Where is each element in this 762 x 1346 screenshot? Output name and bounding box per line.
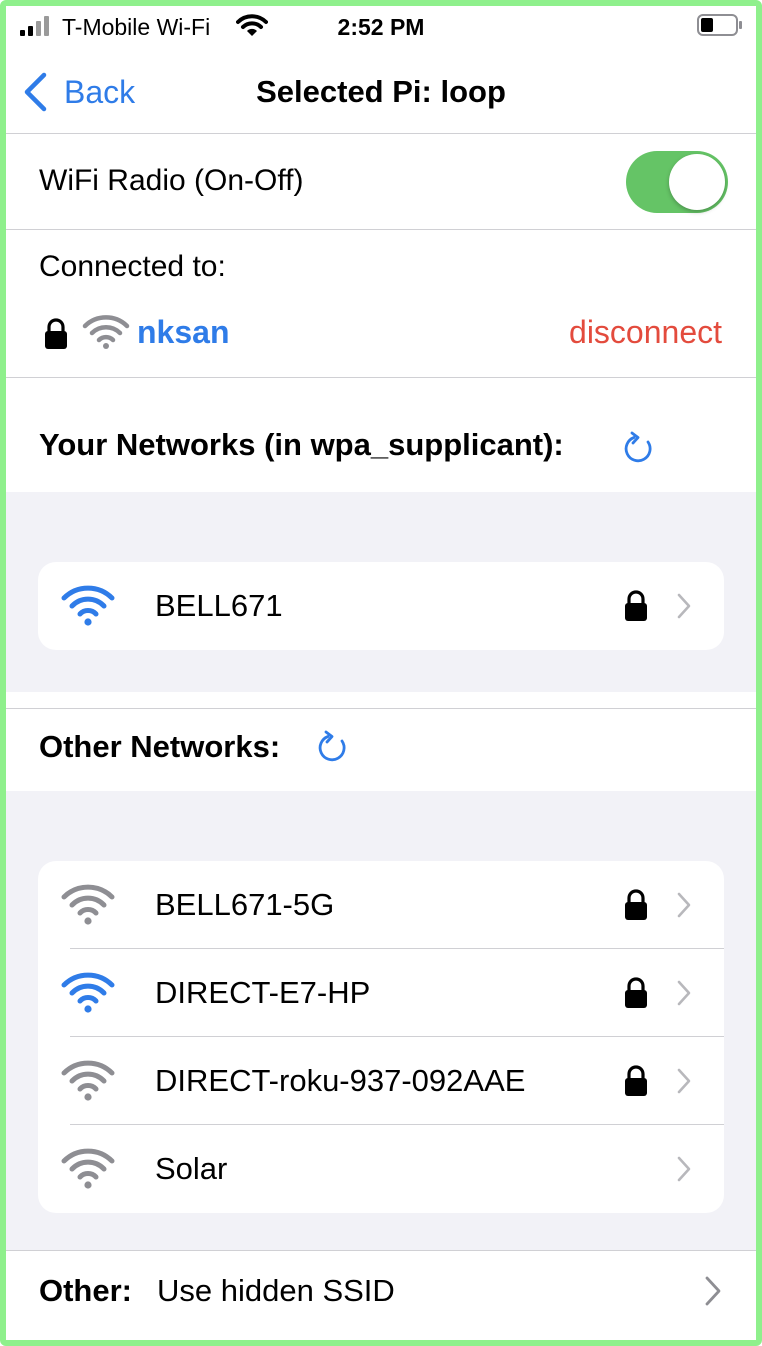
status-bar: T-Mobile Wi-Fi 2:52 PM xyxy=(0,0,762,54)
chevron-right-icon xyxy=(705,1276,721,1306)
wifi-signal-icon xyxy=(82,315,130,349)
other-networks-group: BELL671-5G DIRECT-E7-HP DIRECT-roku-937-09… xyxy=(0,791,762,1250)
chevron-right-icon xyxy=(677,1068,691,1094)
network-name: BELL671 xyxy=(155,588,283,623)
lock-icon xyxy=(45,318,67,349)
wifi-radio-label: WiFi Radio (On-Off) xyxy=(39,164,304,197)
network-name: DIRECT-roku-937-092AAE xyxy=(155,1063,526,1098)
network-name: DIRECT-E7-HP xyxy=(155,975,371,1010)
connected-ssid[interactable]: nksan xyxy=(137,314,229,351)
lock-icon xyxy=(625,977,647,1008)
chevron-right-icon xyxy=(677,980,691,1006)
your-networks-header: Your Networks (in wpa_supplicant): xyxy=(0,379,762,492)
navigation-bar: Back Selected Pi: loop xyxy=(0,54,762,134)
network-name: Solar xyxy=(155,1151,228,1186)
wifi-signal-icon xyxy=(61,1060,115,1101)
lock-icon xyxy=(625,590,647,621)
lock-icon xyxy=(625,1065,647,1096)
wifi-signal-icon xyxy=(61,1148,115,1189)
network-row[interactable]: DIRECT-roku-937-092AAE xyxy=(38,1037,724,1125)
network-name: BELL671-5G xyxy=(155,887,335,922)
hidden-ssid-row[interactable]: Other: Use hidden SSID xyxy=(0,1250,762,1340)
wifi-signal-icon xyxy=(61,884,115,925)
hidden-ssid-key: Other: xyxy=(39,1273,132,1308)
other-networks-title: Other Networks: xyxy=(39,729,281,764)
chevron-right-icon xyxy=(677,593,691,619)
connection-section: Connected to: nksan disconnect xyxy=(0,230,762,378)
other-networks-header: Other Networks: xyxy=(0,708,762,791)
other-networks-list: BELL671-5G DIRECT-E7-HP DIRECT-roku-937-09… xyxy=(38,861,724,1213)
lock-icon xyxy=(625,889,647,920)
network-row[interactable]: BELL671-5G xyxy=(38,861,724,949)
hidden-ssid-value: Use hidden SSID xyxy=(157,1273,395,1308)
wifi-radio-row: WiFi Radio (On-Off) xyxy=(0,134,762,230)
refresh-icon[interactable] xyxy=(622,430,656,466)
network-row[interactable]: Solar xyxy=(38,1125,724,1213)
your-networks-group: BELL671 xyxy=(0,492,762,692)
network-row[interactable]: DIRECT-E7-HP xyxy=(38,949,724,1037)
spacer xyxy=(0,692,762,708)
wifi-signal-icon xyxy=(61,972,115,1013)
clock-time: 2:52 PM xyxy=(337,14,425,40)
disconnect-button[interactable]: disconnect xyxy=(569,314,722,351)
chevron-right-icon xyxy=(677,892,691,918)
chevron-right-icon xyxy=(677,1156,691,1182)
wifi-signal-icon xyxy=(61,585,115,626)
toggle-knob xyxy=(669,154,725,210)
refresh-icon[interactable] xyxy=(316,729,350,765)
your-networks-list: BELL671 xyxy=(38,562,724,650)
page-title: Selected Pi: loop xyxy=(256,74,506,109)
network-row[interactable]: BELL671 xyxy=(38,562,724,650)
battery-icon xyxy=(697,14,742,36)
your-networks-title: Your Networks (in wpa_supplicant): xyxy=(39,427,564,462)
connected-to-label: Connected to: xyxy=(39,250,226,283)
wifi-radio-toggle[interactable] xyxy=(626,151,728,213)
